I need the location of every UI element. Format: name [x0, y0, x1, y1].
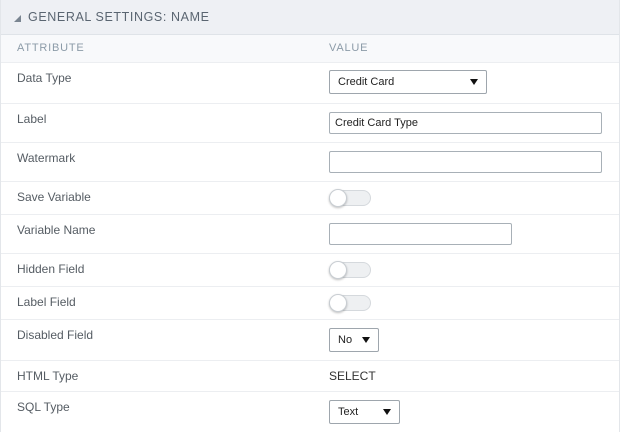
value-column-header: VALUE	[329, 42, 369, 54]
attribute-column-header: ATTRIBUTE	[17, 42, 85, 54]
save-variable-toggle[interactable]	[329, 189, 371, 207]
section-header[interactable]: GENERAL SETTINGS: NAME	[1, 0, 619, 35]
row-disabled-field: Disabled Field No	[1, 320, 619, 361]
row-save-variable: Save Variable	[1, 182, 619, 215]
row-hidden-field: Hidden Field	[1, 254, 619, 287]
data-type-selected: Credit Card	[338, 76, 395, 88]
hidden-field-toggle[interactable]	[329, 261, 371, 279]
dropdown-arrow-icon	[362, 337, 370, 343]
general-settings-panel: GENERAL SETTINGS: NAME ATTRIBUTE VALUE D…	[0, 0, 620, 432]
save-variable-label: Save Variable	[17, 190, 91, 204]
html-type-value: SELECT	[329, 369, 376, 383]
row-data-type: Data Type Credit Card	[1, 63, 619, 104]
variable-name-input[interactable]	[329, 223, 512, 245]
column-headers: ATTRIBUTE VALUE	[1, 35, 619, 63]
sql-type-label: SQL Type	[17, 400, 70, 414]
disabled-field-select[interactable]: No	[329, 328, 379, 352]
disabled-field-label: Disabled Field	[17, 328, 94, 342]
label-input[interactable]: Credit Card Type	[329, 112, 602, 134]
disabled-field-selected: No	[338, 334, 353, 346]
dropdown-arrow-icon	[383, 409, 391, 415]
label-field-toggle[interactable]	[329, 294, 371, 312]
hidden-field-label: Hidden Field	[17, 262, 85, 276]
collapse-caret-icon[interactable]	[14, 14, 21, 22]
toggle-knob	[329, 294, 347, 312]
dropdown-arrow-icon	[470, 79, 478, 85]
section-title: GENERAL SETTINGS: NAME	[28, 10, 210, 24]
row-label-field: Label Field	[1, 287, 619, 320]
label-label: Label	[17, 112, 47, 126]
sql-type-select[interactable]: Text	[329, 400, 400, 424]
variable-name-label: Variable Name	[17, 223, 96, 237]
data-type-select[interactable]: Credit Card	[329, 70, 487, 94]
row-variable-name: Variable Name	[1, 215, 619, 254]
label-field-label: Label Field	[17, 295, 76, 309]
html-type-label: HTML Type	[17, 369, 79, 383]
row-watermark: Watermark	[1, 143, 619, 182]
watermark-input[interactable]	[329, 151, 602, 173]
row-html-type: HTML Type SELECT	[1, 361, 619, 392]
watermark-label: Watermark	[17, 151, 76, 165]
toggle-knob	[329, 261, 347, 279]
sql-type-selected: Text	[338, 406, 359, 418]
data-type-label: Data Type	[17, 71, 72, 85]
toggle-knob	[329, 189, 347, 207]
row-label: Label Credit Card Type	[1, 104, 619, 143]
row-sql-type: SQL Type Text	[1, 392, 619, 432]
